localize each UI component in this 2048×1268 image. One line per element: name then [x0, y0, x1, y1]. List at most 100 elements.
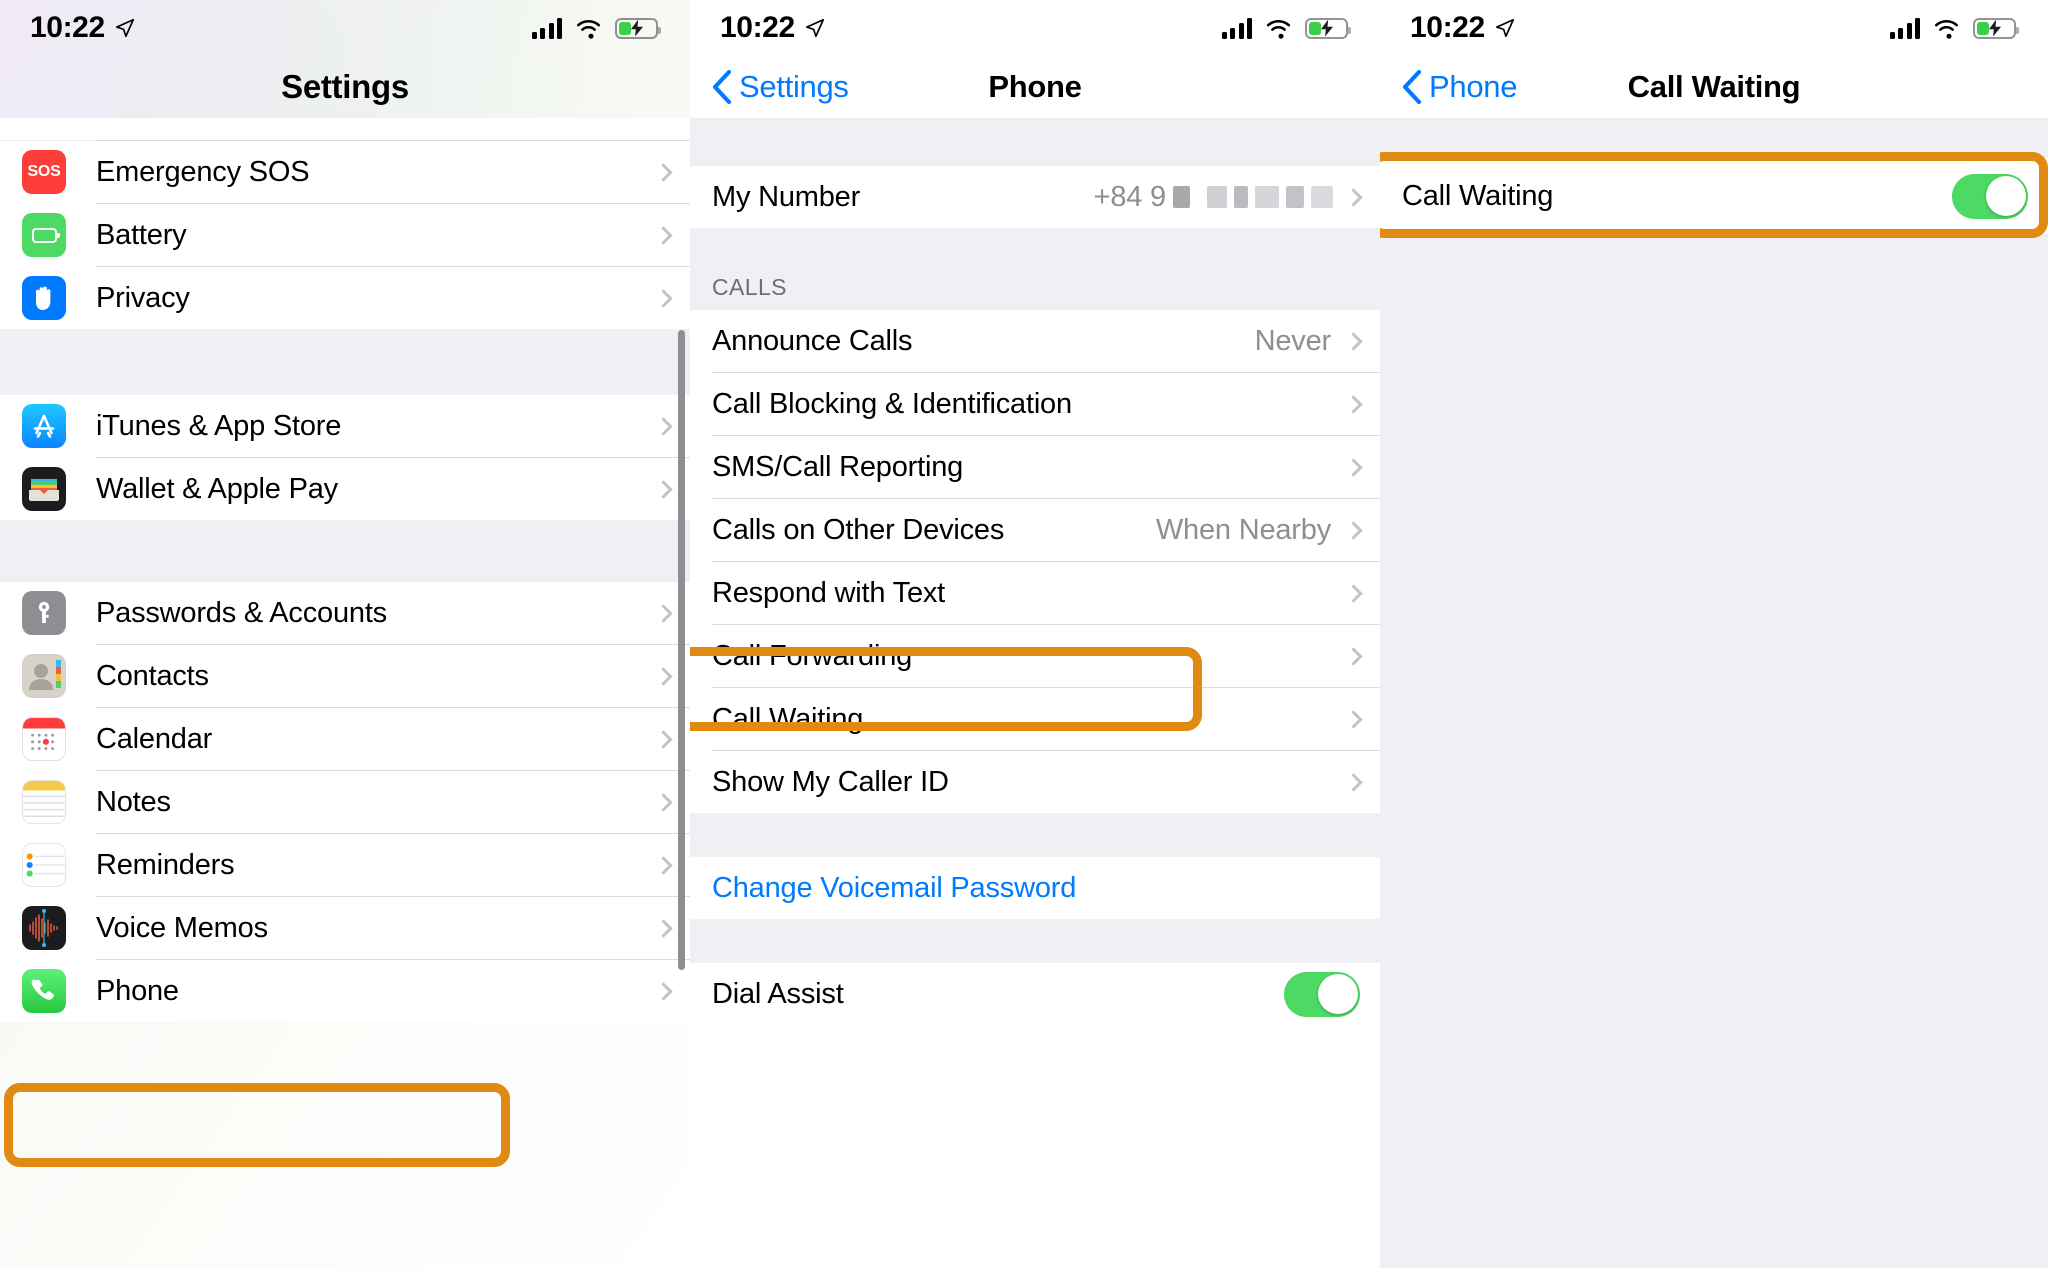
status-time-2: 10:22 [720, 11, 826, 45]
row-change-voicemail-password[interactable]: Change Voicemail Password [690, 857, 1380, 919]
chevron-right-icon [1344, 520, 1363, 540]
row-label: Voice Memos [96, 911, 268, 944]
row-label: Call Forwarding [712, 639, 913, 672]
notes-icon [22, 780, 66, 824]
phone-settings-panel: 10:22 Settings Phone My Number +84 9 CAL… [690, 0, 1380, 1268]
group-gap [0, 520, 690, 582]
status-icons-2 [1221, 17, 1351, 39]
row-value: Never [1254, 324, 1332, 357]
row-label: Phone [96, 974, 179, 1007]
row-label: SMS/Call Reporting [712, 450, 964, 483]
row-label: Call Waiting [712, 702, 864, 735]
dial-assist-toggle[interactable] [1284, 971, 1360, 1017]
phone-icon [22, 969, 66, 1013]
row-label: Call Blocking & Identification [712, 387, 1072, 420]
row-dial-assist[interactable]: Dial Assist [690, 963, 1380, 1025]
row-label: My Number [712, 180, 861, 213]
status-time-label-1: 10:22 [30, 11, 105, 44]
sidebar-item-wallet-apple-pay[interactable]: Wallet & Apple Pay [0, 458, 690, 520]
row-call-blocking[interactable]: Call Blocking & Identification [690, 373, 1380, 435]
masked-digits [1255, 186, 1279, 208]
chevron-right-icon [1344, 331, 1363, 351]
privacy-hand-icon [22, 276, 66, 320]
row-label: Dial Assist [712, 977, 844, 1010]
location-arrow-icon [115, 18, 134, 38]
chevron-right-icon [654, 225, 673, 245]
group-gap [690, 919, 1380, 963]
sidebar-item-contacts[interactable]: Contacts [0, 645, 690, 707]
row-call-waiting[interactable]: Call Waiting [690, 688, 1380, 750]
emergency-sos-icon: SOS [22, 150, 66, 194]
sidebar-item-battery[interactable]: Battery [0, 204, 690, 266]
key-glyph [38, 601, 50, 623]
settings-panel: 10:22 Settings SOS Emergency SOS Battery… [0, 0, 690, 1268]
status-icons-1 [531, 17, 661, 39]
row-sms-call-reporting[interactable]: SMS/Call Reporting [690, 436, 1380, 498]
chevron-right-icon [654, 603, 673, 623]
sidebar-item-itunes-app-store[interactable]: iTunes & App Store [0, 395, 690, 457]
sidebar-item-voice-memos[interactable]: Voice Memos [0, 897, 690, 959]
battery-charging-icon [1305, 17, 1351, 39]
contacts-icon [22, 654, 66, 698]
sidebar-item-notes[interactable]: Notes [0, 771, 690, 833]
sidebar-item-privacy[interactable]: Privacy [0, 267, 690, 329]
status-bar-1: 10:22 [0, 0, 690, 56]
row-announce-calls[interactable]: Announce Calls Never [690, 310, 1380, 372]
wifi-icon [576, 19, 601, 39]
nav-bar-3: Phone Call Waiting [1380, 56, 2048, 118]
reminders-glyph [26, 853, 65, 877]
chevron-right-icon [1344, 709, 1363, 729]
settings-group-3: Passwords & Accounts Contacts Calendar N… [0, 582, 690, 1022]
call-waiting-panel: 10:22 Phone Call Waiting Call Waiting [1380, 0, 2048, 1268]
voicemail-group: Change Voicemail Password [690, 857, 1380, 919]
partial-row-top [0, 118, 690, 140]
calls-group: Announce Calls Never Call Blocking & Ide… [690, 310, 1380, 813]
wallet-glyph [29, 479, 59, 501]
settings-group-1: SOS Emergency SOS Battery Privacy [0, 141, 690, 329]
row-my-number[interactable]: My Number +84 9 [690, 166, 1380, 228]
status-time-3: 10:22 [1410, 11, 1516, 45]
row-respond-with-text[interactable]: Respond with Text [690, 562, 1380, 624]
chevron-right-icon [654, 729, 673, 749]
charging-bolt-icon [630, 19, 643, 37]
wifi-icon [1934, 19, 1959, 39]
group-gap [690, 813, 1380, 857]
row-call-forwarding[interactable]: Call Forwarding [690, 625, 1380, 687]
group-gap [690, 118, 1380, 166]
status-time-label-2: 10:22 [720, 11, 795, 44]
call-waiting-group: Call Waiting [1380, 158, 2048, 234]
scrollbar-indicator[interactable] [678, 330, 685, 970]
row-label: Respond with Text [712, 576, 946, 609]
status-time-1: 10:22 [30, 11, 136, 45]
sidebar-item-reminders[interactable]: Reminders [0, 834, 690, 896]
charging-bolt-icon [1988, 19, 2001, 37]
row-label: iTunes & App Store [96, 409, 342, 442]
call-waiting-toggle[interactable] [1952, 173, 2028, 219]
my-number-value: +84 9 [1094, 181, 1333, 214]
wifi-icon [1266, 19, 1291, 39]
hand-glyph [36, 286, 51, 310]
row-calls-on-other-devices[interactable]: Calls on Other Devices When Nearby [690, 499, 1380, 561]
section-header-calls: CALLS [690, 250, 1380, 310]
cellular-bars-icon [1889, 17, 1920, 39]
settings-group-2: iTunes & App Store Wallet & Apple Pay [0, 395, 690, 520]
row-show-my-caller-id[interactable]: Show My Caller ID [690, 751, 1380, 813]
status-bar-3: 10:22 [1380, 0, 2048, 56]
nav-bar-1: Settings [0, 56, 690, 118]
phone-handset-glyph [31, 979, 55, 1000]
sidebar-item-phone[interactable]: Phone [0, 960, 690, 1022]
sidebar-item-emergency-sos[interactable]: SOS Emergency SOS [0, 141, 690, 203]
row-call-waiting-toggle[interactable]: Call Waiting [1380, 158, 2048, 234]
back-button-settings[interactable]: Settings [712, 69, 849, 105]
row-label: Emergency SOS [96, 155, 310, 188]
sidebar-item-calendar[interactable]: Calendar [0, 708, 690, 770]
back-button-phone[interactable]: Phone [1402, 69, 1517, 105]
app-store-icon [22, 404, 66, 448]
sidebar-item-passwords-accounts[interactable]: Passwords & Accounts [0, 582, 690, 644]
masked-digits [1173, 186, 1190, 208]
row-label: Contacts [96, 659, 209, 692]
notes-glyph [23, 781, 65, 817]
masked-digits [1234, 186, 1248, 208]
row-label: Show My Caller ID [712, 765, 949, 798]
app-store-glyph [33, 414, 55, 438]
